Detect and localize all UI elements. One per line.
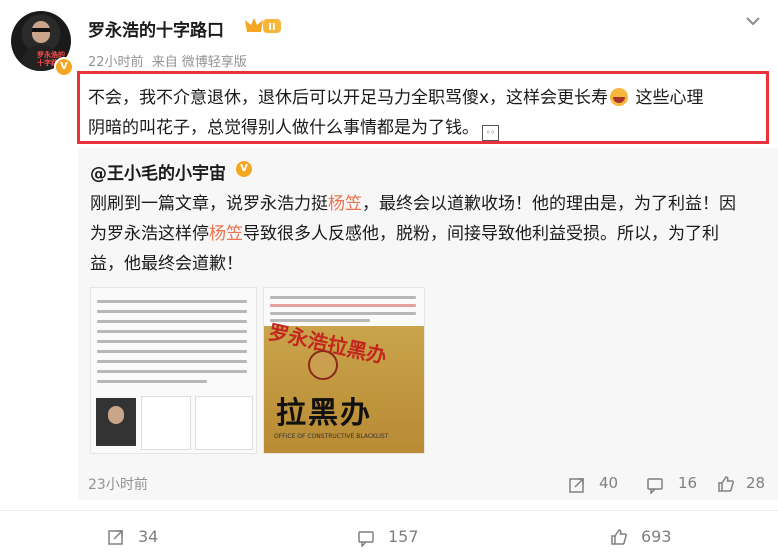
sign-photo: 罗永浩拉黑办 拉黑办 OFFICE OF CONSTRUCTIVE BLACKL… — [264, 320, 424, 453]
thumbnail-photo — [96, 398, 136, 446]
repost-text-line1: 刚刷到一篇文章，说罗永浩力挺 — [90, 194, 328, 214]
avatar-face — [32, 21, 50, 43]
image-thumbnail-1[interactable] — [90, 287, 257, 454]
avatar-glasses — [32, 28, 50, 32]
post-text-line1-end: 这些心理 — [635, 88, 704, 108]
crown-level-icon: II — [245, 18, 281, 33]
post-text-line2: 阴暗的叫花子，总觉得别人做什么事情都是为了钱。 — [88, 118, 479, 138]
topic-link-yangli[interactable]: 杨笠 — [328, 194, 362, 214]
repost-time[interactable]: 23小时前 — [88, 474, 148, 494]
post-meta: 22小时前 来自 微博轻享版 — [88, 51, 251, 70]
post-text-line1: 不会，我不介意退休，退休后可以开足马力全职骂傻x，这样会更长寿 — [88, 88, 609, 108]
repost-verified-badge-icon: V — [236, 161, 252, 177]
repost-icon[interactable] — [107, 528, 125, 546]
repost-username[interactable]: @王小毛的小宇宙 — [90, 159, 226, 184]
verified-badge-icon: V — [54, 57, 74, 77]
placeholder-emoji-icon: ◦◦ — [482, 125, 499, 141]
repost-text: 刚刷到一篇文章，说罗永浩力挺杨笠，最终会以道歉收场！他的理由是，为了利益！因 为… — [90, 189, 770, 279]
laughing-emoji-icon — [610, 88, 629, 106]
repost-share-icon[interactable] — [568, 476, 586, 494]
post-time[interactable]: 22小时前 — [88, 55, 144, 70]
repost-share-count: 40 — [599, 474, 619, 492]
divider — [0, 510, 778, 511]
repost-text-line3: 益，他最终会道歉！ — [90, 254, 243, 274]
source-prefix: 来自 — [151, 55, 178, 70]
repost-text-line1-end: ，最终会以道歉收场！他的理由是，为了利益！因 — [362, 194, 736, 214]
chevron-down-icon[interactable] — [744, 12, 762, 30]
comment-count: 157 — [388, 527, 419, 546]
repost-comment-icon[interactable] — [646, 476, 664, 494]
like-count: 693 — [641, 527, 672, 546]
seal-icon — [308, 350, 338, 380]
repost-text-line2-end: 导致很多人反感他，脱粉，间接导致他利益受损。所以，为了利 — [243, 224, 719, 244]
thumbnail-card-2 — [195, 396, 253, 450]
repost-comment-count: 16 — [678, 474, 698, 492]
post-text: 不会，我不介意退休，退休后可以开足马力全职骂傻x，这样会更长寿 这些心理 阴暗的… — [88, 83, 764, 143]
topic-link-yangli-2[interactable]: 杨笠 — [209, 224, 243, 244]
repost-text-line2: 为罗永浩这样停 — [90, 224, 209, 244]
sign-big-text: 拉黑办 — [276, 396, 372, 431]
thumbnail-card — [141, 396, 191, 450]
repost-like-icon[interactable] — [717, 475, 735, 493]
post-source[interactable]: 微博轻享版 — [182, 55, 247, 70]
post-username[interactable]: 罗永浩的十字路口 — [88, 16, 224, 41]
comment-icon[interactable] — [357, 529, 375, 547]
level-badge-text: II — [268, 22, 275, 33]
like-icon[interactable] — [610, 528, 628, 546]
repost-count: 34 — [138, 527, 159, 546]
repost-like-count: 28 — [746, 474, 766, 492]
sign-english-text: OFFICE OF CONSTRUCTIVE BLACKLIST — [274, 433, 389, 440]
image-thumbnail-2[interactable]: 罗永浩拉黑办 拉黑办 OFFICE OF CONSTRUCTIVE BLACKL… — [263, 287, 425, 454]
